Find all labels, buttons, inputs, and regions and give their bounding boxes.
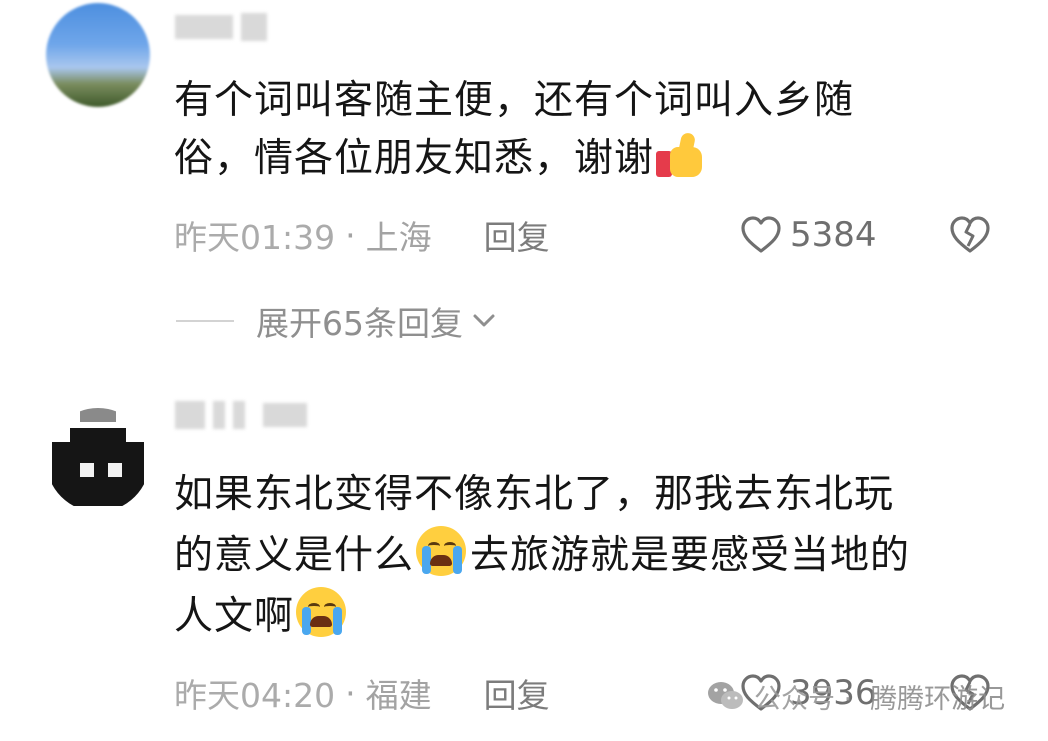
broken-heart-icon[interactable]	[949, 215, 991, 255]
comment-meta: 昨天01:39 · 上海 回复 5384	[174, 213, 1034, 257]
avatar[interactable]	[46, 3, 150, 107]
expand-replies-label: 展开65条回复	[256, 304, 463, 343]
username-blurred[interactable]	[175, 400, 307, 430]
thumbs-up-emoji-icon	[654, 131, 706, 179]
divider-line	[176, 320, 234, 322]
comment-text-fragment: 人文啊	[174, 594, 295, 639]
crying-face-emoji-icon	[294, 585, 350, 639]
watermark-account-name: 腾腾环游记	[870, 683, 1006, 715]
username-blurred[interactable]	[175, 12, 267, 42]
comment-text-line: 如果东北变得不像东北了，那我去东北玩	[174, 472, 895, 517]
wechat-icon	[708, 682, 743, 709]
like-count: 5384	[790, 215, 877, 255]
comment-text: 如果东北变得不像东北了，那我去东北玩 的意义是什么 去旅游就是要感受当地的 人文啊	[174, 466, 994, 646]
crying-face-emoji-icon	[414, 524, 470, 578]
watermark-prefix: 公众号 ·	[754, 683, 853, 715]
timestamp: 昨天04:20	[174, 676, 336, 715]
reply-button[interactable]: 回复	[484, 211, 550, 259]
comment-text-line: 人文啊	[174, 585, 994, 646]
location: 福建	[365, 676, 432, 715]
comment-text-line: 有个词叫客随主便，还有个词叫入乡随	[174, 78, 855, 123]
comment-text-fragment: 去旅游就是要感受当地的	[470, 533, 911, 578]
reply-button[interactable]: 回复	[484, 669, 550, 717]
comment-text-fragment: 俗，情各位朋友知悉，谢谢	[174, 136, 655, 181]
meta-separator: ·	[345, 673, 356, 713]
comment-text-line: 俗，情各位朋友知悉，谢谢	[174, 130, 994, 188]
meta-separator: ·	[345, 215, 356, 255]
chevron-down-icon	[473, 314, 495, 327]
expand-replies-button[interactable]: 展开65条回复	[176, 298, 499, 344]
comment-text-fragment: 的意义是什么	[174, 533, 415, 578]
watermark: 公众号 · 腾腾环游记	[706, 676, 1005, 716]
like-button[interactable]: 5384	[740, 213, 877, 257]
comment-text-line: 的意义是什么 去旅游就是要感受当地的	[174, 524, 994, 585]
location: 上海	[365, 218, 432, 257]
timestamp: 昨天01:39	[174, 218, 336, 257]
comment-text: 有个词叫客随主便，还有个词叫入乡随 俗，情各位朋友知悉，谢谢	[174, 72, 994, 188]
avatar[interactable]	[46, 408, 150, 512]
comment-item: 有个词叫客随主便，还有个词叫入乡随 俗，情各位朋友知悉，谢谢 昨天01:39 ·…	[0, 0, 1048, 380]
heart-outline-icon	[741, 216, 781, 253]
